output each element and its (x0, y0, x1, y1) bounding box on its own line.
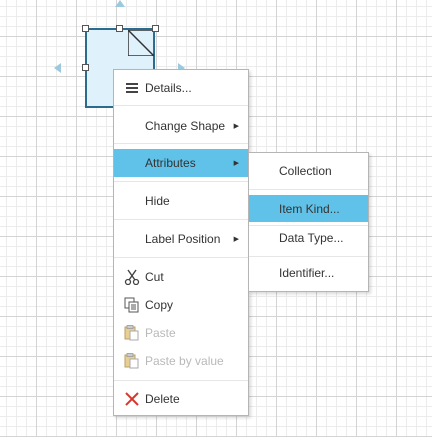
menu-item-details[interactable]: Details... (114, 74, 248, 102)
delete-x-icon (124, 391, 140, 407)
resize-handle-top[interactable] (116, 25, 123, 32)
menu-separator (114, 181, 248, 182)
list-icon (124, 80, 140, 96)
menu-item-copy[interactable]: Copy (114, 292, 248, 318)
menu-separator (249, 189, 368, 190)
submenu-item-item-kind[interactable]: Item Kind... (249, 195, 368, 222)
submenu-item-data-type[interactable]: Data Type... (249, 225, 368, 251)
menu-item-label: Attributes (145, 156, 196, 170)
menu-item-label: Hide (145, 194, 170, 208)
menu-item-label: Copy (145, 298, 174, 312)
menu-separator (114, 380, 248, 381)
menu-separator (114, 143, 248, 144)
attributes-submenu: Collection Item Kind... Data Type... Ide… (248, 152, 369, 292)
menu-item-change-shape[interactable]: Change Shape ▶ (114, 111, 248, 141)
submenu-item-label: Collection (279, 164, 332, 178)
submenu-item-label: Item Kind... (279, 201, 340, 216)
submenu-item-label: Identifier... (279, 266, 335, 280)
submenu-item-label: Data Type... (279, 231, 344, 245)
submenu-item-identifier[interactable]: Identifier... (249, 260, 368, 286)
menu-item-label: Cut (145, 270, 164, 284)
menu-item-label: Change Shape (145, 119, 226, 133)
submenu-arrow-icon: ▶ (233, 123, 239, 130)
menu-item-label: Paste (145, 326, 176, 340)
context-menu: Details... Change Shape ▶ Attributes ▶ H… (113, 69, 249, 416)
page-fold-icon (128, 30, 154, 56)
scissors-icon (124, 269, 140, 285)
menu-separator (114, 105, 248, 106)
menu-item-label-position[interactable]: Label Position ▶ (114, 225, 248, 253)
menu-item-cut[interactable]: Cut (114, 264, 248, 290)
resize-handle-top-left[interactable] (82, 25, 89, 32)
submenu-item-collection[interactable]: Collection (249, 157, 368, 185)
menu-item-label: Delete (145, 392, 180, 406)
menu-item-hide[interactable]: Hide (114, 187, 248, 215)
submenu-arrow-icon: ▶ (233, 236, 239, 243)
move-left-arrow-icon[interactable] (54, 63, 61, 73)
submenu-arrow-icon: ▶ (233, 160, 239, 167)
menu-item-paste-by-value[interactable]: Paste by value (114, 348, 248, 374)
resize-handle-top-right[interactable] (152, 25, 159, 32)
menu-separator (249, 256, 368, 257)
menu-item-label: Paste by value (145, 354, 224, 368)
copy-icon (124, 297, 140, 313)
menu-separator (114, 219, 248, 220)
menu-separator (114, 257, 248, 258)
move-up-arrow-icon[interactable] (115, 0, 125, 7)
resize-handle-left[interactable] (82, 64, 89, 71)
paste-icon (124, 325, 140, 341)
menu-item-paste[interactable]: Paste (114, 320, 248, 346)
menu-item-label: Details... (145, 81, 192, 95)
paste-icon (124, 353, 140, 369)
menu-item-label: Label Position (145, 232, 221, 246)
menu-item-attributes[interactable]: Attributes ▶ (114, 149, 248, 177)
menu-item-delete[interactable]: Delete (114, 386, 248, 412)
